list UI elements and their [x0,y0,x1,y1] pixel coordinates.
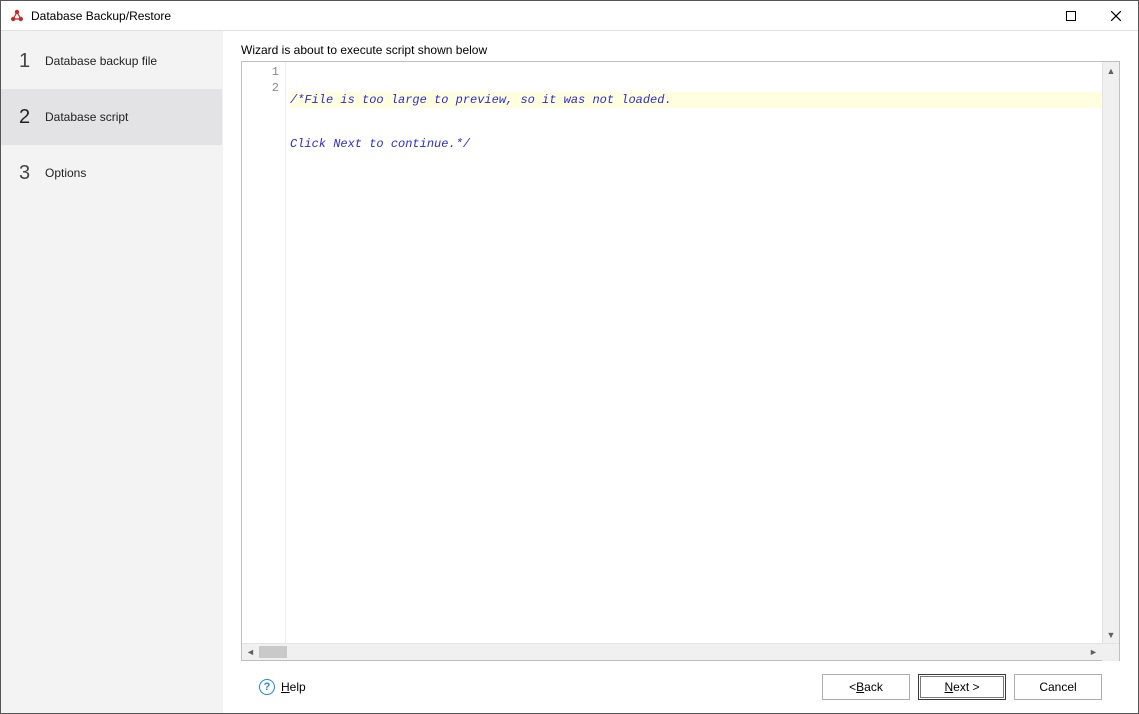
cancel-label: Cancel [1039,680,1076,694]
wizard-steps-sidebar: 1 Database backup file 2 Database script… [1,31,223,713]
step-number: 1 [19,50,45,73]
app-icon [9,8,25,24]
close-button[interactable] [1093,1,1138,31]
maximize-icon [1066,11,1076,21]
step-options[interactable]: 3 Options [1,145,222,201]
editor-body[interactable]: 1 2 /*File is too large to preview, so i… [242,62,1119,643]
scroll-thumb[interactable] [259,646,287,658]
maximize-button[interactable] [1048,1,1093,31]
titlebar: Database Backup/Restore [1,1,1138,31]
line-number: 2 [242,80,285,96]
scroll-left-icon[interactable]: ◄ [242,644,259,661]
back-button[interactable]: < Back [822,674,910,700]
step-label: Options [45,166,86,180]
main-panel: Wizard is about to execute script shown … [223,31,1138,713]
window-title: Database Backup/Restore [31,9,171,23]
scroll-down-icon[interactable]: ▼ [1103,626,1119,643]
step-number: 3 [19,162,45,185]
help-label: Help [281,680,306,694]
code-line: /*File is too large to preview, so it wa… [290,92,1102,108]
code-line: Click Next to continue.*/ [290,136,1102,152]
horizontal-scrollbar[interactable]: ◄ ► [242,643,1119,660]
line-number: 1 [242,64,285,80]
help-link[interactable]: ? Help [259,679,306,695]
vertical-scrollbar[interactable]: ▲ ▼ [1102,62,1119,643]
step-number: 2 [19,106,45,129]
step-database-backup-file[interactable]: 1 Database backup file [1,33,222,89]
scroll-up-icon[interactable]: ▲ [1103,62,1119,79]
scroll-track[interactable] [1103,79,1119,626]
close-icon [1111,11,1121,21]
script-editor: 1 2 /*File is too large to preview, so i… [241,61,1120,661]
scroll-right-icon[interactable]: ► [1085,644,1102,661]
help-icon: ? [259,679,275,695]
cancel-button[interactable]: Cancel [1014,674,1102,700]
wizard-body: 1 Database backup file 2 Database script… [1,31,1138,713]
step-label: Database script [45,110,128,124]
next-button[interactable]: Next > [918,674,1006,700]
scroll-track[interactable] [259,644,1085,660]
scroll-corner [1102,644,1119,661]
footer-bar: ? Help < Back Next > Cancel [241,661,1120,713]
step-label: Database backup file [45,54,157,68]
line-number-gutter: 1 2 [242,62,286,643]
step-database-script[interactable]: 2 Database script [1,89,222,145]
code-area[interactable]: /*File is too large to preview, so it wa… [286,62,1102,643]
instruction-text: Wizard is about to execute script shown … [241,43,1120,57]
app-window: Database Backup/Restore 1 Database backu… [0,0,1139,714]
